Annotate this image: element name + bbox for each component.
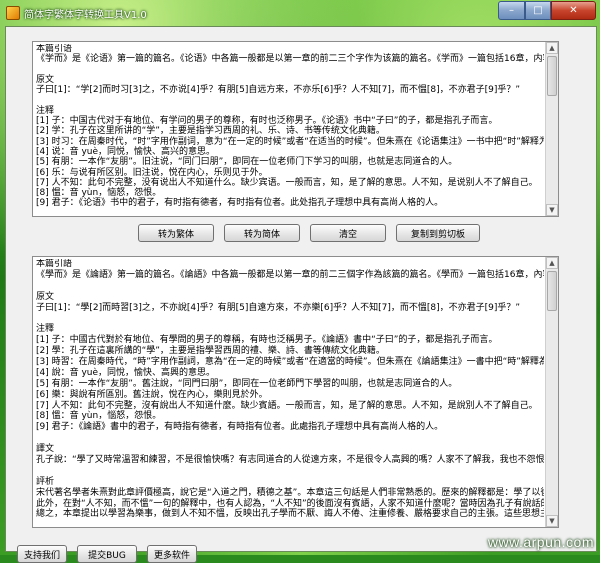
more-software-button[interactable]: 更多软件 (147, 545, 197, 563)
text-line: 原文 (36, 74, 55, 85)
text-line: [7] 人不知：此句不完整，沒有說出人不知道什麼。缺少賓語。一般而言，知，是了解… (36, 400, 538, 411)
text-line: 原文 (36, 291, 55, 302)
window-title: 简体字繁体字转换工具V1.0 (24, 10, 147, 21)
text-line: 《学而》是《论语》第一篇的篇名。《论语》中各篇一般都是以第一章的前二三个字作为该… (36, 54, 544, 65)
scroll-down-arrow-icon[interactable]: ▼ (546, 204, 558, 216)
copy-to-clipboard-button[interactable]: 复制到剪切板 (396, 224, 480, 242)
traditional-text-content: 本篇引語 《學而》是《論語》第一篇的篇名。《論語》中各篇一般都是以第一章的前二三個… (36, 259, 544, 525)
clear-button[interactable]: 清空 (310, 224, 386, 242)
text-line (36, 281, 544, 292)
text-line: 孔子說：“學了又時常溫習和練習，不是很愉快嗎？有志同道合的人從遠方來，不是很令人… (36, 455, 544, 466)
text-line (36, 95, 544, 105)
text-line: [3] 時習：在周秦時代，“時”字用作副詞，意為“在一定的時候”或者“在適當的時… (36, 357, 544, 368)
simplified-text-area[interactable]: 本篇引语 《学而》是《论语》第一篇的篇名。《论语》中各篇一般都是以第一章的前二三个… (32, 41, 559, 217)
text-line: 總之，本章提出以學習為樂事，做到人不知不慍，反映出孔子學而不厭、誨人不倦、注重修… (36, 509, 544, 520)
scroll-down-arrow-icon[interactable]: ▼ (546, 515, 558, 527)
maximize-button[interactable]: □ (525, 1, 551, 20)
text-line: [6] 樂：與說有所區別。舊注說，悅在內心，樂則見於外。 (36, 389, 268, 400)
text-line: 本篇引語 (36, 259, 73, 269)
text-line: 此外，在對“人不知，而不慍”一句的解釋中，也有人認為，“人不知”的後面沒有賓語，… (36, 498, 544, 509)
text-line: 本篇引语 (36, 44, 73, 54)
convert-to-simplified-button[interactable]: 转为简体 (224, 224, 300, 242)
text-line: 譯文 (36, 444, 55, 455)
text-line (36, 433, 544, 444)
text-line: 子曰[1]：“学[2]而时习[3]之，不亦说[4]乎？有朋[5]自远方来，不亦乐… (36, 85, 521, 96)
simplified-text-content: 本篇引语 《学而》是《论语》第一篇的篇名。《论语》中各篇一般都是以第一章的前二三个… (36, 44, 544, 214)
site-watermark: www.arpun.com (487, 534, 594, 550)
text-line: 注释 (36, 105, 55, 116)
title-bar: 简体字繁体字转换工具V1.0 – □ ✕ (0, 0, 600, 26)
text-line (36, 65, 544, 75)
app-icon (6, 6, 20, 20)
text-line (36, 466, 544, 477)
text-line: 子曰[1]：“學[2]而時習[3]之，不亦說[4]乎？有朋[5]自遠方來，不亦樂… (36, 302, 521, 313)
text-line: [7] 人不知：此句不完整，没有说出人不知道什么。缺少宾语。一般而言，知，是了解… (36, 177, 538, 188)
text-line: 《學而》是《論語》第一篇的篇名。《論語》中各篇一般都是以第一章的前二三個字作為該… (36, 269, 544, 280)
text-line: [5] 有朋：一本作“友朋”。舊注說，“同門曰朋”，即同在一位老師門下學習的叫朋… (36, 378, 458, 389)
scroll-thumb[interactable] (547, 56, 557, 96)
text-line: [8] 愠：音 yùn，恼怒，怨恨。 (36, 188, 162, 199)
window-controls: – □ ✕ (498, 1, 596, 20)
convert-to-traditional-button[interactable]: 转为繁体 (138, 224, 214, 242)
support-us-button[interactable]: 支持我们 (17, 545, 67, 563)
text-line: [1] 子：中国古代对于有地位、有学问的男子的尊称，有时也泛称男子。《论语》书中… (36, 116, 498, 127)
text-line: [3] 时习：在周秦时代，“时”字用作副词，意为“在一定的时候”或者“在适当的时… (36, 136, 544, 147)
simplified-text-scrollbar[interactable]: ▲ ▼ (545, 42, 558, 216)
text-line: [2] 學：孔子在這裏所講的“學”，主要是指學習西周的禮、樂、詩、書等傳統文化典… (36, 346, 385, 357)
text-line: [4] 說：音 yuè，同悅，愉快、高興的意思。 (36, 367, 216, 378)
text-line: [1] 子：中國古代對於有地位、有學問的男子的尊稱，有時也泛稱男子。《論語》書中… (36, 335, 498, 346)
traditional-text-area[interactable]: 本篇引語 《學而》是《論語》第一篇的篇名。《論語》中各篇一般都是以第一章的前二三個… (32, 256, 559, 528)
text-line: [9] 君子：《论语》书中的君子，有时指有德者，有时指有位者。此处指孔子理想中具… (36, 198, 444, 209)
text-line: 宋代著名學者朱熹對此章評價極高，說它是“入道之門，積德之基”。本章這三句話是人們… (36, 487, 544, 498)
text-line: [4] 说：音 yuè，同悦，愉快、高兴的意思。 (36, 146, 216, 157)
close-button[interactable]: ✕ (551, 1, 596, 20)
text-line: [2] 学：孔子在这里所讲的“学”，主要是指学习西周的礼、乐、诗、书等传统文化典… (36, 126, 385, 137)
text-line: [9] 君子：《論語》書中的君子，有時指有德者，有時指有位者。此處指孔子理想中具… (36, 422, 444, 433)
text-line: [8] 慍：音 yùn，惱怒，怨恨。 (36, 411, 162, 422)
text-line: 注釋 (36, 324, 55, 335)
scroll-up-arrow-icon[interactable]: ▲ (546, 257, 558, 269)
report-bug-button[interactable]: 提交BUG (77, 545, 137, 563)
text-line: [6] 乐：与说有所区别。旧注说，悦在内心，乐则见于外。 (36, 167, 268, 178)
text-line: 評析 (36, 476, 55, 487)
traditional-text-scrollbar[interactable]: ▲ ▼ (545, 257, 558, 527)
text-line (36, 313, 544, 324)
text-line: [5] 有朋：一本作“友朋”。旧注说，“同门曰朋”，即同在一位老师门下学习的叫朋… (36, 157, 458, 168)
scroll-thumb[interactable] (547, 271, 557, 311)
minimize-button[interactable]: – (498, 1, 525, 20)
scroll-up-arrow-icon[interactable]: ▲ (546, 42, 558, 54)
main-window: 本篇引语 《学而》是《论语》第一篇的篇名。《论语》中各篇一般都是以第一章的前二三个… (5, 26, 597, 563)
